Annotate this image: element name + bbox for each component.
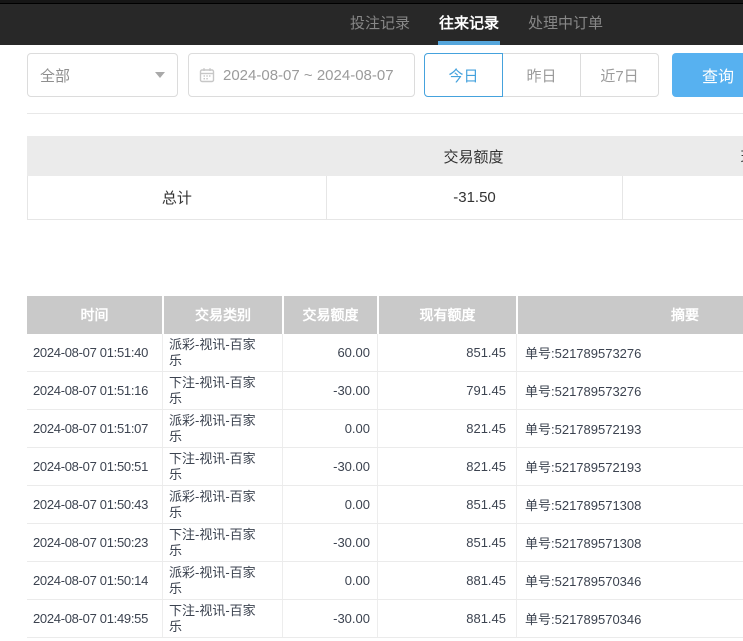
table-body: 2024-08-07 01:51:40 派彩-视讯-百家乐 60.00 851.… [27,334,743,638]
cell-type: 派彩-视讯-百家乐 [163,410,283,447]
tab-bet-records[interactable]: 投注记录 [350,0,410,45]
divider [27,113,743,114]
chevron-down-icon [155,72,165,78]
tab-transaction-records[interactable]: 往来记录 [439,0,499,45]
calendar-icon [199,67,215,83]
cell-type: 下注-视讯-百家乐 [163,448,283,485]
cell-type: 派彩-视讯-百家乐 [163,486,283,523]
cell-type: 派彩-视讯-百家乐 [163,562,283,599]
cell-memo: 单号:521789572193 [517,410,743,447]
table-row[interactable]: 2024-08-07 01:50:51 下注-视讯-百家乐 -30.00 821… [27,448,743,486]
cell-time: 2024-08-07 01:51:07 [27,410,163,447]
last-7-days-button[interactable]: 近7日 [580,53,659,97]
cell-type: 下注-视讯-百家乐 [163,372,283,409]
header-balance: 现有额度 [379,296,516,334]
table-row[interactable]: 2024-08-07 01:51:40 派彩-视讯-百家乐 60.00 851.… [27,334,743,372]
header-amount: 交易额度 [284,296,377,334]
date-range-input[interactable]: 2024-08-07 ~ 2024-08-07 [188,53,415,97]
cell-time: 2024-08-07 01:50:51 [27,448,163,485]
type-select[interactable]: 全部 [27,53,178,97]
summary-table: 交易额度 现有额度 总计 -31.50 [27,136,743,220]
cell-balance: 851.45 [378,486,517,523]
cell-memo: 单号:521789570346 [517,600,743,637]
cell-type: 下注-视讯-百家乐 [163,600,283,637]
summary-header-empty [27,136,325,176]
cell-balance: 791.45 [378,372,517,409]
summary-total-balance [622,176,743,219]
header-memo: 摘要 [518,296,743,334]
table-header-row: 时间 交易类别 交易额度 现有额度 摘要 [27,296,743,334]
summary-total-label: 总计 [28,176,326,219]
cell-time: 2024-08-07 01:51:16 [27,372,163,409]
table-row[interactable]: 2024-08-07 01:50:23 下注-视讯-百家乐 -30.00 851… [27,524,743,562]
top-nav-bar: 投注记录 往来记录 处理中订单 [0,0,743,45]
cell-time: 2024-08-07 01:49:55 [27,600,163,637]
cell-balance: 881.45 [378,600,517,637]
cell-type: 派彩-视讯-百家乐 [163,334,283,371]
records-table: 时间 交易类别 交易额度 现有额度 摘要 2024-08-07 01:51:40… [27,296,743,638]
header-time: 时间 [27,296,162,334]
cell-memo: 单号:521789572193 [517,448,743,485]
filter-bar: 全部 2024-08-07 ~ 2024-08-07 今日 昨日 近7日 查询 [0,53,743,97]
date-range-value: 2024-08-07 ~ 2024-08-07 [223,67,394,84]
tab-processing-orders[interactable]: 处理中订单 [528,0,603,45]
summary-total-row: 总计 -31.50 [27,176,743,220]
table-row[interactable]: 2024-08-07 01:50:14 派彩-视讯-百家乐 0.00 881.4… [27,562,743,600]
summary-total-value: -31.50 [326,176,623,219]
cell-type: 下注-视讯-百家乐 [163,524,283,561]
cell-amount: 0.00 [283,486,378,523]
page: 投注记录 往来记录 处理中订单 全部 2024-08-07 ~ 2024-08-… [0,0,743,641]
cell-amount: -30.00 [283,372,378,409]
quick-date-group: 今日 昨日 近7日 [424,53,659,97]
cell-time: 2024-08-07 01:50:23 [27,524,163,561]
cell-memo: 单号:521789571308 [517,486,743,523]
table-row[interactable]: 2024-08-07 01:49:55 下注-视讯-百家乐 -30.00 881… [27,600,743,638]
table-row[interactable]: 2024-08-07 01:51:16 下注-视讯-百家乐 -30.00 791… [27,372,743,410]
cell-memo: 单号:521789571308 [517,524,743,561]
cell-memo: 单号:521789570346 [517,562,743,599]
cell-time: 2024-08-07 01:50:14 [27,562,163,599]
cell-time: 2024-08-07 01:50:43 [27,486,163,523]
cell-amount: -30.00 [283,600,378,637]
cell-amount: 0.00 [283,410,378,447]
summary-header-amount: 交易额度 [325,136,622,176]
table-row[interactable]: 2024-08-07 01:50:43 派彩-视讯-百家乐 0.00 851.4… [27,486,743,524]
header-type: 交易类别 [164,296,282,334]
summary-header-row: 交易额度 现有额度 [27,136,743,176]
cell-amount: 60.00 [283,334,378,371]
today-button[interactable]: 今日 [424,53,503,97]
cell-amount: 0.00 [283,562,378,599]
table-row[interactable]: 2024-08-07 01:51:07 派彩-视讯-百家乐 0.00 821.4… [27,410,743,448]
cell-memo: 单号:521789573276 [517,372,743,409]
cell-balance: 851.45 [378,524,517,561]
cell-amount: -30.00 [283,448,378,485]
cell-time: 2024-08-07 01:51:40 [27,334,163,371]
cell-balance: 821.45 [378,448,517,485]
yesterday-button[interactable]: 昨日 [502,53,581,97]
cell-balance: 821.45 [378,410,517,447]
type-select-value: 全部 [40,65,70,86]
search-button[interactable]: 查询 [672,53,743,97]
cell-balance: 881.45 [378,562,517,599]
cell-balance: 851.45 [378,334,517,371]
cell-amount: -30.00 [283,524,378,561]
summary-header-balance: 现有额度 [622,136,743,176]
cell-memo: 单号:521789573276 [517,334,743,371]
tab-bar: 投注记录 往来记录 处理中订单 [350,0,603,45]
